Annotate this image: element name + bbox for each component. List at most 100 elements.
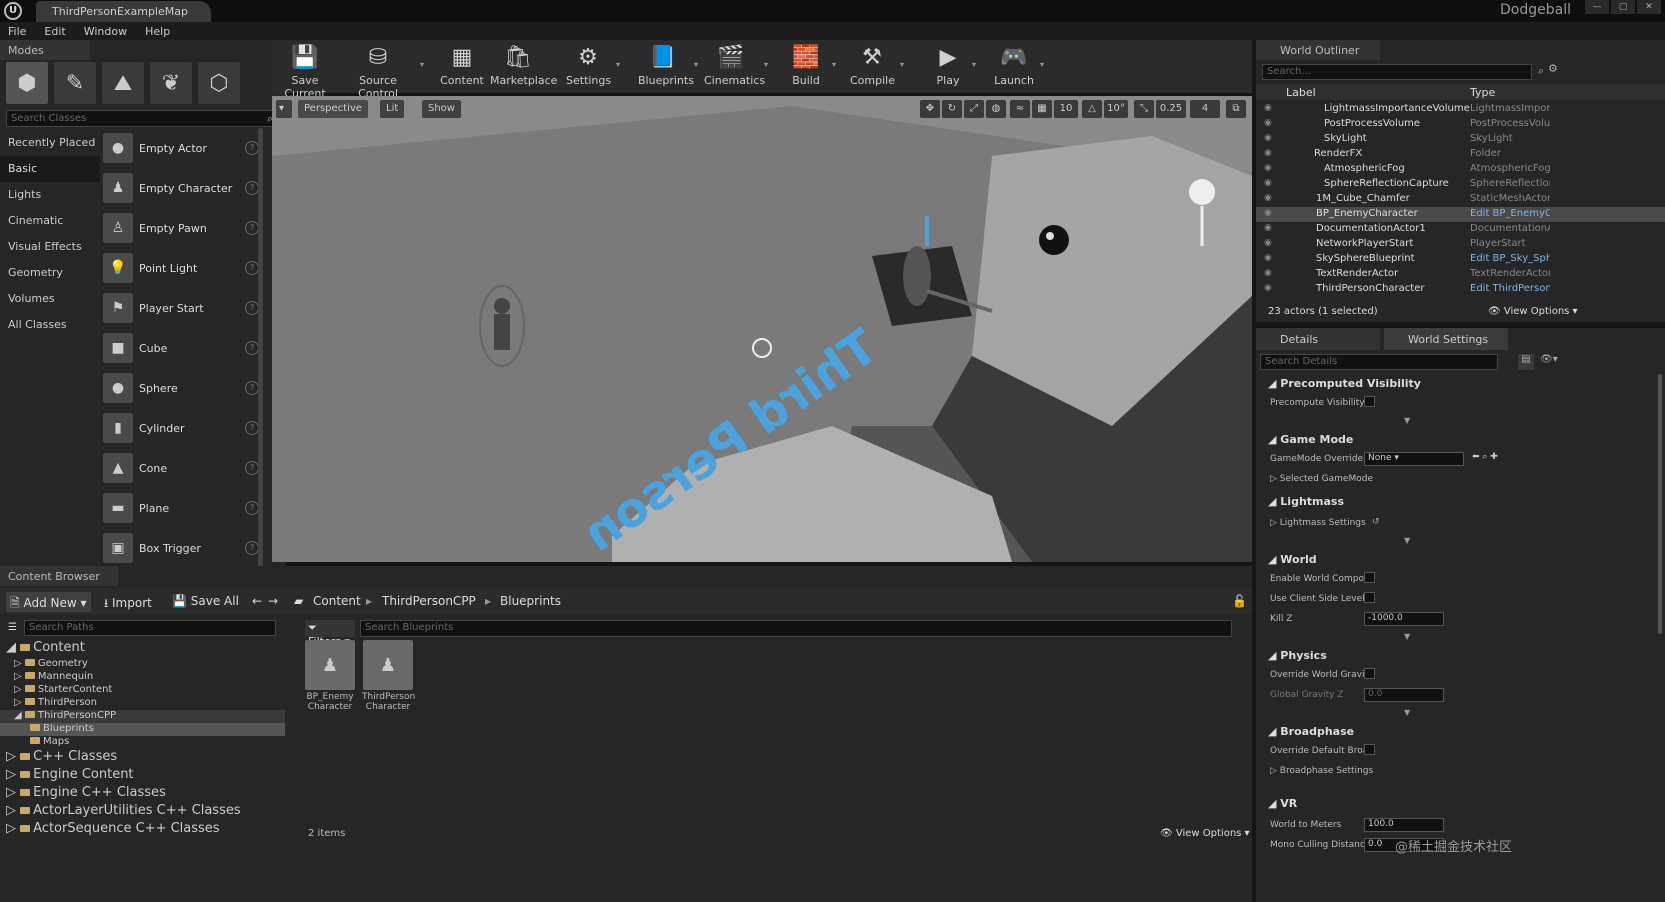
tree-node-actorsequence[interactable]: ▷ ActorSequence C++ Classes xyxy=(0,821,285,839)
gamemode-override-select[interactable]: None ▾ xyxy=(1364,452,1464,466)
column-type[interactable]: Type xyxy=(1470,86,1495,99)
outliner-row[interactable]: ◉ SkyLight SkyLight xyxy=(1256,132,1665,147)
place-item-box-trigger[interactable]: ▣ Box Trigger? xyxy=(103,528,261,568)
place-item-empty-character[interactable]: ♟ Empty Character? xyxy=(103,168,261,208)
tree-node-blueprints[interactable]: Blueprints xyxy=(0,723,285,736)
add-new-button[interactable]: 🗎 Add New ▾ xyxy=(6,592,91,612)
details-scrollbar[interactable] xyxy=(1658,374,1662,634)
visibility-eye-icon[interactable]: ◉ xyxy=(1264,148,1272,158)
grid-snap-value[interactable]: 10 xyxy=(1054,100,1078,118)
lock-icon[interactable]: 🔓 xyxy=(1232,594,1247,608)
visibility-eye-icon[interactable]: ◉ xyxy=(1264,178,1272,188)
row-type-link[interactable]: Edit BP_Sky_Sph xyxy=(1470,253,1550,264)
breadcrumb-content[interactable]: Content xyxy=(313,594,361,608)
help-icon[interactable]: ? xyxy=(245,301,259,315)
row-type-link[interactable]: Edit BP_EnemyC xyxy=(1470,208,1550,219)
visibility-eye-icon[interactable]: ◉ xyxy=(1264,103,1272,113)
prop-lightmass-settings[interactable]: ▷ Lightmass Settings ↺ xyxy=(1260,514,1660,534)
translate-icon[interactable]: ✥ xyxy=(920,100,940,118)
player-character[interactable] xyxy=(903,246,931,306)
visibility-eye-icon[interactable]: ◉ xyxy=(1264,163,1272,173)
section-vr[interactable]: ◢ VR xyxy=(1260,794,1660,814)
blueprints-button[interactable]: 📘 Blueprints ▾ xyxy=(638,42,698,92)
map-tab[interactable]: ThirdPersonExampleMap xyxy=(36,1,211,22)
menu-help[interactable]: Help xyxy=(145,25,170,38)
visibility-eye-icon[interactable]: ◉ xyxy=(1264,223,1272,233)
import-button[interactable]: ⭳ Import xyxy=(100,592,156,612)
outliner-row[interactable]: ◉ SphereReflectionCapture SphereReflection… xyxy=(1256,177,1665,192)
launch-button[interactable]: 🎮 Launch ▾ xyxy=(994,42,1044,92)
build-button[interactable]: 🧱 Build ▾ xyxy=(786,42,836,92)
source-control-button[interactable]: ⛁ Source Control ▾ xyxy=(342,42,424,101)
view-options-button[interactable]: 👁 View Options ▾ xyxy=(1160,828,1250,839)
place-item-empty-actor[interactable]: ● Empty Actor? xyxy=(103,128,261,168)
kill-z-field[interactable]: -1000.0 xyxy=(1364,612,1444,626)
category-recently-placed[interactable]: Recently Placed xyxy=(0,130,100,156)
outliner-search-input[interactable]: Search... xyxy=(1262,64,1532,80)
visibility-eye-icon[interactable]: ◉ xyxy=(1264,133,1272,143)
help-icon[interactable]: ? xyxy=(245,541,259,555)
play-button[interactable]: ▶ Play ▾ xyxy=(930,42,976,92)
category-geometry[interactable]: Geometry xyxy=(0,260,100,286)
place-item-plane[interactable]: ▬ Plane? xyxy=(103,488,261,528)
rotation-snap-icon[interactable]: △ xyxy=(1082,100,1102,118)
override-world-gravity-checkbox[interactable] xyxy=(1364,668,1375,679)
outliner-row-selected[interactable]: ◉ BP_EnemyCharacter Edit BP_EnemyC xyxy=(1256,207,1665,222)
rotation-snap-value[interactable]: 10° xyxy=(1104,100,1128,118)
expand-advanced-icon[interactable]: ▼ xyxy=(1404,632,1414,641)
search-blueprints-input[interactable]: Search Blueprints xyxy=(360,620,1232,637)
settings-button[interactable]: ⚙ Settings ▾ xyxy=(566,42,620,92)
tree-node-content[interactable]: ◢ Content xyxy=(0,640,285,658)
section-game-mode[interactable]: ◢ Game Mode xyxy=(1260,430,1660,450)
world-settings-tab[interactable]: World Settings xyxy=(1384,328,1508,350)
expand-advanced-icon[interactable]: ▼ xyxy=(1404,416,1414,425)
search-paths-input[interactable]: Search Paths xyxy=(24,620,276,636)
marketplace-button[interactable]: 🛍 Marketplace xyxy=(490,42,557,92)
precompute-visibility-checkbox[interactable] xyxy=(1364,396,1375,407)
place-item-cone[interactable]: ▲ Cone? xyxy=(103,448,261,488)
section-broadphase[interactable]: ◢ Broadphase xyxy=(1260,722,1660,742)
surface-snap-icon[interactable]: ≈ xyxy=(1010,100,1030,118)
visibility-eye-icon[interactable]: ◉ xyxy=(1264,238,1272,248)
property-matrix-icon[interactable]: ▤ xyxy=(1518,354,1534,370)
category-cinematic[interactable]: Cinematic xyxy=(0,208,100,234)
asset-thirdperson-character[interactable]: ♟ ThirdPerson Character xyxy=(362,640,415,712)
tree-node-thirdperson[interactable]: ▷ ThirdPerson xyxy=(0,697,285,710)
category-all-classes[interactable]: All Classes xyxy=(0,312,100,338)
rotate-icon[interactable]: ↻ xyxy=(942,100,962,118)
outliner-row[interactable]: ◉ PostProcessVolume PostProcessVolum xyxy=(1256,117,1665,132)
minimize-button[interactable]: — xyxy=(1585,0,1609,14)
breadcrumb-thirdpersoncpp[interactable]: ThirdPersonCPP xyxy=(382,594,476,608)
use-client-side-level-checkbox[interactable] xyxy=(1364,592,1375,603)
outliner-settings-icon[interactable]: ⚙ xyxy=(1548,62,1558,75)
grid-snap-icon[interactable]: ▦ xyxy=(1032,100,1052,118)
outliner-row[interactable]: ◉ SkySphereBlueprint Edit BP_Sky_Sph xyxy=(1256,252,1665,267)
dropdown-arrow-icon[interactable]: ▾ xyxy=(832,60,836,69)
section-world[interactable]: ◢ World xyxy=(1260,550,1660,570)
tree-node-actorlayerutilities[interactable]: ▷ ActorLayerUtilities C++ Classes xyxy=(0,803,285,821)
scale-icon[interactable]: ⤢ xyxy=(964,100,984,118)
category-lights[interactable]: Lights xyxy=(0,182,100,208)
menu-edit[interactable]: Edit xyxy=(44,25,65,38)
expand-advanced-icon[interactable]: ▼ xyxy=(1404,536,1414,545)
visibility-eye-icon[interactable]: ◉ xyxy=(1264,118,1272,128)
sources-toggle-icon[interactable]: ☰ xyxy=(4,620,21,640)
maximize-button[interactable]: ▢ xyxy=(1611,0,1635,14)
dropdown-arrow-icon[interactable]: ▾ xyxy=(616,60,620,69)
help-icon[interactable]: ? xyxy=(245,381,259,395)
visibility-eye-icon[interactable]: 👁▾ xyxy=(1540,354,1558,365)
tree-node-maps[interactable]: Maps xyxy=(0,736,285,749)
outliner-row[interactable]: ◉ AtmosphericFog AtmosphericFog xyxy=(1256,162,1665,177)
help-icon[interactable]: ? xyxy=(245,261,259,275)
cinematics-button[interactable]: 🎬 Cinematics ▾ xyxy=(704,42,768,92)
row-type-link[interactable]: Edit ThirdPerson xyxy=(1470,283,1550,294)
menu-file[interactable]: File xyxy=(8,25,26,38)
visibility-eye-icon[interactable]: ◉ xyxy=(1264,193,1272,203)
folder-icon[interactable]: ▰ xyxy=(290,592,307,612)
compile-button[interactable]: ⚒ Compile ▾ xyxy=(850,42,904,92)
place-item-empty-pawn[interactable]: ♙ Empty Pawn? xyxy=(103,208,261,248)
content-button[interactable]: ▦ Content xyxy=(440,42,484,92)
save-all-button[interactable]: 💾 Save All xyxy=(168,592,243,612)
scale-snap-value[interactable]: 0.25 xyxy=(1156,100,1186,118)
use-selected-arrow-icon[interactable]: ⬅ ⌕ ✚ xyxy=(1472,452,1498,462)
